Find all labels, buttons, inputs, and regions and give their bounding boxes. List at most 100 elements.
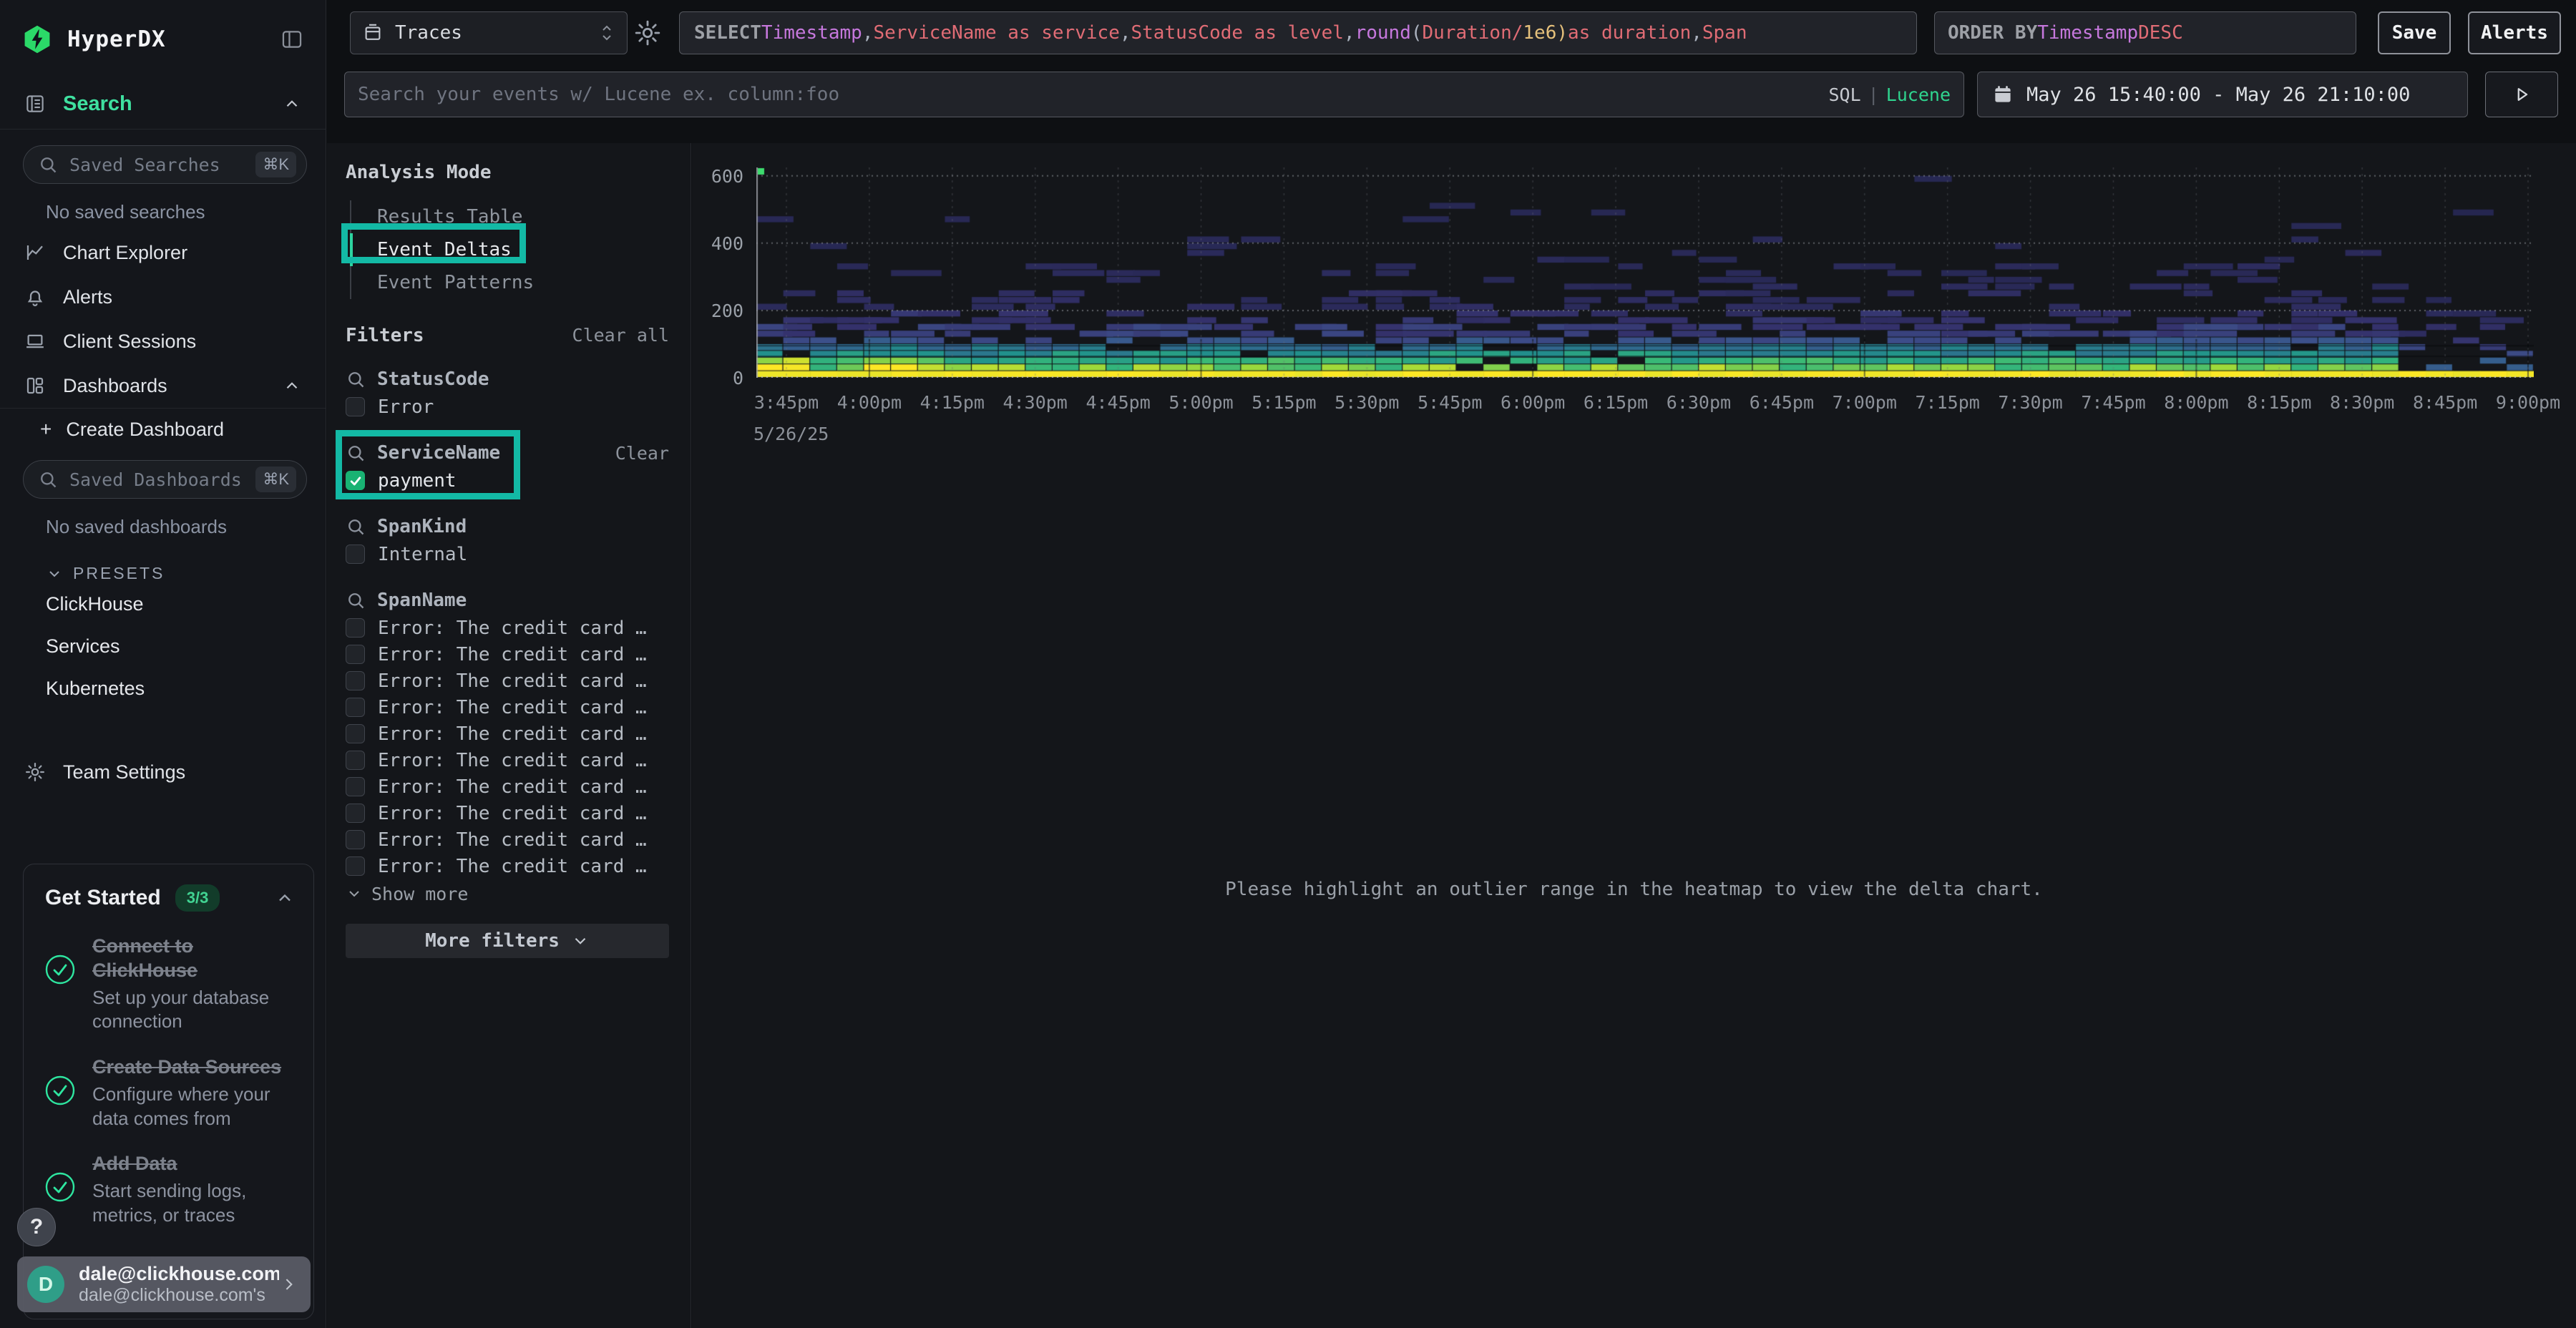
time-range-picker[interactable]: May 26 15:40:00 - May 26 21:10:00 (1977, 72, 2468, 117)
filter-option-error-the-credit-card-[interactable]: Error: The credit card … (346, 615, 669, 641)
more-filters-button[interactable]: More filters (346, 924, 669, 958)
help-button[interactable]: ? (17, 1208, 56, 1246)
x-tick-label: 5:30pm (1335, 392, 1399, 413)
checkbox-unchecked[interactable] (346, 397, 365, 416)
duration-heatmap[interactable] (756, 167, 2534, 378)
lang-lucene[interactable]: Lucene (1886, 84, 1951, 105)
get-started-step-connect[interactable]: Connect to ClickHouse Set up your databa… (24, 919, 313, 1040)
analysis-mode-option-results-table[interactable]: Results Table (351, 200, 669, 233)
filter-option-error-the-credit-card-[interactable]: Error: The credit card … (346, 721, 669, 747)
user-org: dale@clickhouse.com's (79, 1285, 279, 1306)
checkbox-unchecked[interactable] (346, 618, 365, 638)
user-menu[interactable]: D dale@clickhouse.com dale@clickhouse.co… (17, 1256, 311, 1312)
analysis-mode-option-event-patterns[interactable]: Event Patterns (351, 266, 669, 299)
checkbox-unchecked[interactable] (346, 645, 365, 664)
filter-group-name: SpanName (377, 590, 467, 611)
sidebar-item-client-sessions[interactable]: Client Sessions (0, 319, 326, 363)
show-more-link[interactable]: Show more (346, 879, 669, 908)
filter-option-payment[interactable]: payment (346, 467, 669, 494)
filter-option-label: Error (378, 396, 434, 418)
get-started-header[interactable]: Get Started 3/3 (24, 864, 313, 919)
presets-toggle[interactable]: PRESETS (0, 545, 326, 583)
logo-row: HyperDX (0, 0, 326, 79)
filter-option-label: Error: The credit card … (378, 617, 647, 639)
save-button[interactable]: Save (2378, 11, 2451, 54)
filter-option-label: Error: The credit card … (378, 644, 647, 665)
select-caret-icon (598, 22, 615, 44)
saved-searches-input[interactable] (69, 155, 255, 175)
preset-kubernetes[interactable]: Kubernetes (0, 668, 326, 710)
sidebar-item-alerts[interactable]: Alerts (0, 275, 326, 319)
saved-dashboards-pill[interactable]: ⌘K (23, 460, 307, 499)
filter-option-error-the-credit-card-[interactable]: Error: The credit card … (346, 747, 669, 773)
filter-option-error[interactable]: Error (346, 394, 669, 420)
sidebar-collapse-icon[interactable] (280, 27, 304, 52)
checkbox-unchecked[interactable] (346, 698, 365, 717)
filter-option-error-the-credit-card-[interactable]: Error: The credit card … (346, 773, 669, 800)
get-started-step-add-data[interactable]: Add Data Start sending logs, metrics, or… (24, 1136, 313, 1233)
analysis-mode-option-event-deltas[interactable]: Event Deltas (351, 233, 669, 266)
preset-services[interactable]: Services (0, 625, 326, 668)
saved-searches-pill[interactable]: ⌘K (23, 145, 307, 184)
get-started-step-sources[interactable]: Create Data Sources Configure where your… (24, 1040, 313, 1136)
query-language-toggle: SQL|Lucene (1828, 84, 1951, 105)
sidebar: HyperDX Search ⌘K No saved searches Char… (0, 0, 326, 1328)
create-dashboard-label: Create Dashboard (66, 419, 224, 441)
chevron-down-icon (46, 565, 63, 582)
analysis-mode-title: Analysis Mode (346, 162, 669, 183)
x-tick-label: 7:45pm (2081, 392, 2145, 413)
checkbox-unchecked[interactable] (346, 671, 365, 690)
checkbox-checked[interactable] (346, 471, 365, 490)
filter-group-header[interactable]: SpanName (346, 586, 669, 615)
filter-option-label: Error: The credit card … (378, 723, 647, 745)
filter-option-error-the-credit-card-[interactable]: Error: The credit card … (346, 641, 669, 668)
sidebar-item-chart-explorer[interactable]: Chart Explorer (0, 230, 326, 275)
search-icon (346, 590, 366, 610)
sidebar-item-search[interactable]: Search (0, 79, 326, 129)
lang-sql[interactable]: SQL (1828, 84, 1860, 105)
checkbox-unchecked[interactable] (346, 777, 365, 796)
check-icon (348, 474, 363, 488)
run-query-button[interactable] (2485, 72, 2558, 117)
source-settings-gear-icon[interactable] (633, 19, 662, 47)
sidebar-item-team-settings[interactable]: Team Settings (0, 750, 326, 794)
checkbox-unchecked[interactable] (346, 751, 365, 770)
checkbox-unchecked[interactable] (346, 724, 365, 743)
filter-group-header[interactable]: ServiceNameClear (346, 439, 669, 467)
alerts-button[interactable]: Alerts (2468, 11, 2561, 54)
filter-group-name: StatusCode (377, 368, 489, 390)
filter-option-error-the-credit-card-[interactable]: Error: The credit card … (346, 826, 669, 853)
filter-option-error-the-credit-card-[interactable]: Error: The credit card … (346, 694, 669, 721)
sql-orderby-input[interactable]: ORDER BY Timestamp DESC (1934, 11, 2356, 54)
checkbox-unchecked[interactable] (346, 545, 365, 564)
filter-option-label: Error: The credit card … (378, 697, 647, 718)
chevron-up-icon (283, 94, 301, 113)
checkbox-unchecked[interactable] (346, 804, 365, 823)
saved-dashboards-input[interactable] (69, 469, 255, 490)
bell-icon (24, 286, 46, 308)
clear-all-filters-link[interactable]: Clear all (572, 325, 669, 346)
plus-icon: + (40, 418, 52, 441)
filter-option-error-the-credit-card-[interactable]: Error: The credit card … (346, 668, 669, 694)
x-tick-label: 5:15pm (1252, 392, 1316, 413)
checkbox-unchecked[interactable] (346, 856, 365, 876)
sql-select-input[interactable]: SELECT Timestamp, ServiceName as service… (679, 11, 1917, 54)
filter-group-header[interactable]: StatusCode (346, 365, 669, 394)
x-tick-label: 4:30pm (1003, 392, 1068, 413)
filter-option-internal[interactable]: Internal (346, 541, 669, 567)
preset-clickhouse[interactable]: ClickHouse (0, 583, 326, 625)
analysis-mode-list: Results TableEvent DeltasEvent Patterns (350, 200, 669, 299)
play-icon (2509, 82, 2534, 107)
filter-option-error-the-credit-card-[interactable]: Error: The credit card … (346, 853, 669, 879)
sidebar-item-dashboards[interactable]: Dashboards (0, 363, 326, 408)
clear-filter-link[interactable]: Clear (615, 443, 669, 464)
source-select[interactable]: Traces (350, 11, 628, 54)
create-dashboard-button[interactable]: + Create Dashboard (0, 409, 326, 450)
filter-option-error-the-credit-card-[interactable]: Error: The credit card … (346, 800, 669, 826)
event-search-input[interactable] (358, 84, 1820, 105)
filter-group-header[interactable]: SpanKind (346, 512, 669, 541)
search-icon (346, 443, 366, 463)
chevron-up-icon (283, 376, 301, 395)
checkbox-unchecked[interactable] (346, 830, 365, 849)
check-circle-icon (44, 953, 77, 986)
